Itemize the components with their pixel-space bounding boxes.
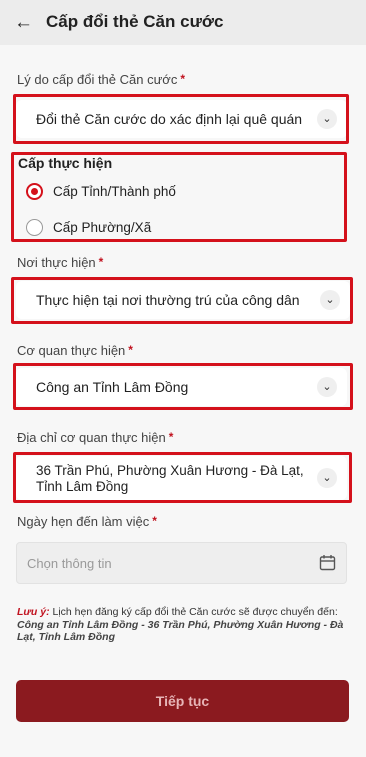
app-bar: ← Cấp đổi thẻ Căn cước (0, 0, 366, 45)
appointment-label: Ngày hẹn đến làm việc * (17, 514, 157, 529)
agency-select[interactable]: Công an Tỉnh Lâm Đồng ⌄ (16, 368, 347, 406)
continue-button[interactable]: Tiếp tục (16, 680, 349, 722)
reason-value: Đổi thẻ Căn cước do xác định lại quê quá… (36, 111, 303, 127)
address-select[interactable]: 36 Trần Phú, Phường Xuân Hương - Đà Lạt,… (16, 456, 347, 500)
arrow-left-icon: ← (14, 12, 33, 33)
radio-selected-icon (26, 183, 43, 200)
address-value: 36 Trần Phú, Phường Xuân Hương - Đà Lạt,… (36, 463, 304, 494)
appointment-date-field[interactable]: Chọn thông tin (16, 542, 347, 584)
chevron-down-icon: ⌄ (317, 377, 337, 397)
back-button[interactable]: ← (14, 10, 36, 36)
chevron-down-icon: ⌄ (320, 290, 340, 310)
level-title: Cấp thực hiện (18, 155, 113, 171)
radio-label-province: Cấp Tỉnh/Thành phố (53, 184, 176, 199)
reason-select[interactable]: Đổi thẻ Căn cước do xác định lại quê quá… (16, 100, 347, 138)
page-title: Cấp đổi thẻ Căn cước (46, 12, 224, 31)
appointment-placeholder: Chọn thông tin (27, 556, 112, 571)
notice-text: Lưu ý: Lịch hẹn đăng ký cấp đổi thẻ Căn … (17, 606, 344, 643)
place-select[interactable]: Thực hiện tại nơi thường trú của công dâ… (16, 281, 350, 319)
address-label: Địa chỉ cơ quan thực hiện * (17, 430, 174, 445)
reason-label: Lý do cấp đổi thẻ Căn cước * (17, 72, 185, 87)
screen: ← Cấp đổi thẻ Căn cước Lý do cấp đổi thẻ… (0, 0, 366, 757)
radio-unselected-icon (26, 219, 43, 236)
agency-label: Cơ quan thực hiện * (17, 343, 133, 358)
chevron-down-icon: ⌄ (317, 109, 337, 129)
agency-value: Công an Tỉnh Lâm Đồng (36, 379, 189, 395)
chevron-down-icon: ⌄ (317, 468, 337, 488)
place-label: Nơi thực hiện * (17, 255, 104, 270)
calendar-icon (319, 555, 336, 571)
place-value: Thực hiện tại nơi thường trú của công dâ… (36, 292, 300, 308)
radio-label-ward: Cấp Phường/Xã (53, 220, 152, 235)
